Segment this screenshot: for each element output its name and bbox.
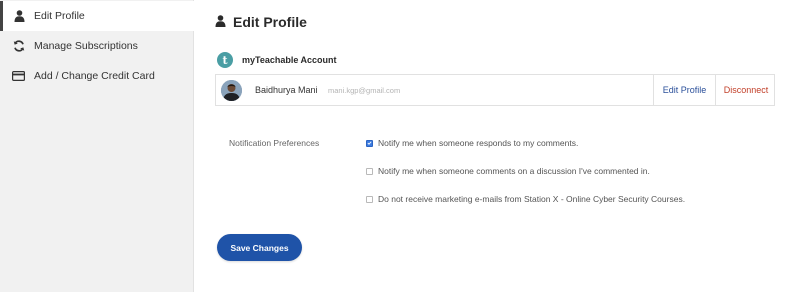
notify-responds-option[interactable]: Notify me when someone responds to my co… bbox=[366, 138, 578, 148]
no-marketing-option[interactable]: Do not receive marketing e-mails from St… bbox=[366, 194, 685, 204]
sidebar-item-edit-profile[interactable]: Edit Profile bbox=[0, 1, 194, 31]
user-email: mani.kgp@gmail.com bbox=[328, 86, 401, 95]
sidebar: Edit Profile Manage Subscriptions Add / … bbox=[0, 0, 194, 292]
user-name: Baidhurya Mani bbox=[255, 85, 318, 95]
notify-responds-checkbox[interactable] bbox=[366, 139, 373, 147]
main-content: Edit Profile t myTeachable Account Baidh… bbox=[195, 0, 800, 292]
sidebar-item-credit-card[interactable]: Add / Change Credit Card bbox=[0, 61, 194, 91]
notify-discussion-checkbox[interactable] bbox=[366, 167, 373, 175]
refresh-icon bbox=[12, 39, 26, 53]
save-changes-button[interactable]: Save Changes bbox=[217, 234, 302, 261]
notification-preferences-label: Notification Preferences bbox=[229, 138, 320, 148]
option-label: Notify me when someone responds to my co… bbox=[378, 138, 579, 148]
notify-discussion-option[interactable]: Notify me when someone comments on a dis… bbox=[366, 166, 650, 176]
edit-profile-button[interactable]: Edit Profile bbox=[653, 75, 715, 105]
avatar bbox=[221, 80, 242, 101]
user-icon bbox=[12, 9, 26, 23]
account-header: t myTeachable Account bbox=[217, 52, 337, 68]
no-marketing-checkbox[interactable] bbox=[366, 195, 373, 203]
sidebar-item-label: Edit Profile bbox=[34, 10, 85, 22]
profile-card: Baidhurya Mani mani.kgp@gmail.com Edit P… bbox=[215, 74, 775, 106]
sidebar-item-manage-subscriptions[interactable]: Manage Subscriptions bbox=[0, 31, 194, 61]
disconnect-button[interactable]: Disconnect bbox=[715, 75, 776, 105]
teachable-logo: t bbox=[217, 52, 233, 68]
user-icon bbox=[215, 15, 228, 29]
credit-card-icon bbox=[12, 69, 25, 83]
sidebar-item-label: Manage Subscriptions bbox=[34, 40, 138, 52]
page-title: Edit Profile bbox=[215, 14, 307, 30]
option-label: Notify me when someone comments on a dis… bbox=[378, 166, 650, 176]
account-title: myTeachable Account bbox=[242, 55, 337, 65]
option-label: Do not receive marketing e-mails from St… bbox=[378, 194, 686, 204]
page-title-text: Edit Profile bbox=[233, 14, 307, 30]
sidebar-item-label: Add / Change Credit Card bbox=[34, 70, 155, 82]
